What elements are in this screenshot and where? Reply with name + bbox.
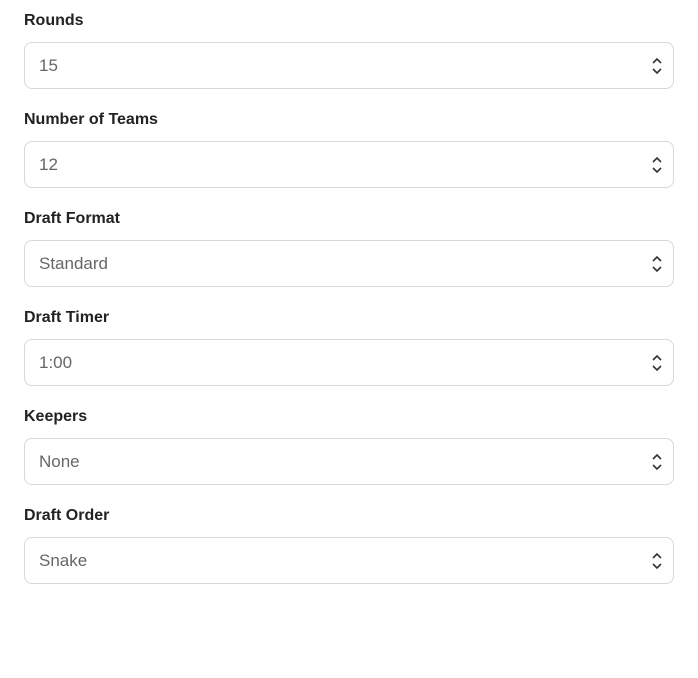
keepers-select[interactable]: None — [24, 438, 674, 485]
draft-format-select-wrapper: Standard — [24, 240, 674, 287]
rounds-select[interactable]: 15 — [24, 42, 674, 89]
number-of-teams-select[interactable]: 12 — [24, 141, 674, 188]
draft-order-select[interactable]: Snake — [24, 537, 674, 584]
keepers-select-value: None — [39, 452, 80, 472]
draft-order-select-value: Snake — [39, 551, 87, 571]
draft-order-select-wrapper: Snake — [24, 537, 674, 584]
draft-format-select[interactable]: Standard — [24, 240, 674, 287]
number-of-teams-select-wrapper: 12 — [24, 141, 674, 188]
rounds-field: Rounds 15 — [24, 12, 674, 89]
rounds-select-value: 15 — [39, 56, 58, 76]
number-of-teams-label: Number of Teams — [24, 111, 674, 129]
keepers-select-wrapper: None — [24, 438, 674, 485]
rounds-label: Rounds — [24, 12, 674, 30]
draft-timer-select-value: 1:00 — [39, 353, 72, 373]
keepers-field: Keepers None — [24, 408, 674, 485]
draft-format-field: Draft Format Standard — [24, 210, 674, 287]
draft-format-label: Draft Format — [24, 210, 674, 228]
draft-order-field: Draft Order Snake — [24, 507, 674, 584]
draft-timer-label: Draft Timer — [24, 309, 674, 327]
rounds-select-wrapper: 15 — [24, 42, 674, 89]
number-of-teams-field: Number of Teams 12 — [24, 111, 674, 188]
draft-timer-field: Draft Timer 1:00 — [24, 309, 674, 386]
draft-timer-select-wrapper: 1:00 — [24, 339, 674, 386]
draft-format-select-value: Standard — [39, 254, 108, 274]
draft-order-label: Draft Order — [24, 507, 674, 525]
draft-timer-select[interactable]: 1:00 — [24, 339, 674, 386]
keepers-label: Keepers — [24, 408, 674, 426]
number-of-teams-select-value: 12 — [39, 155, 58, 175]
